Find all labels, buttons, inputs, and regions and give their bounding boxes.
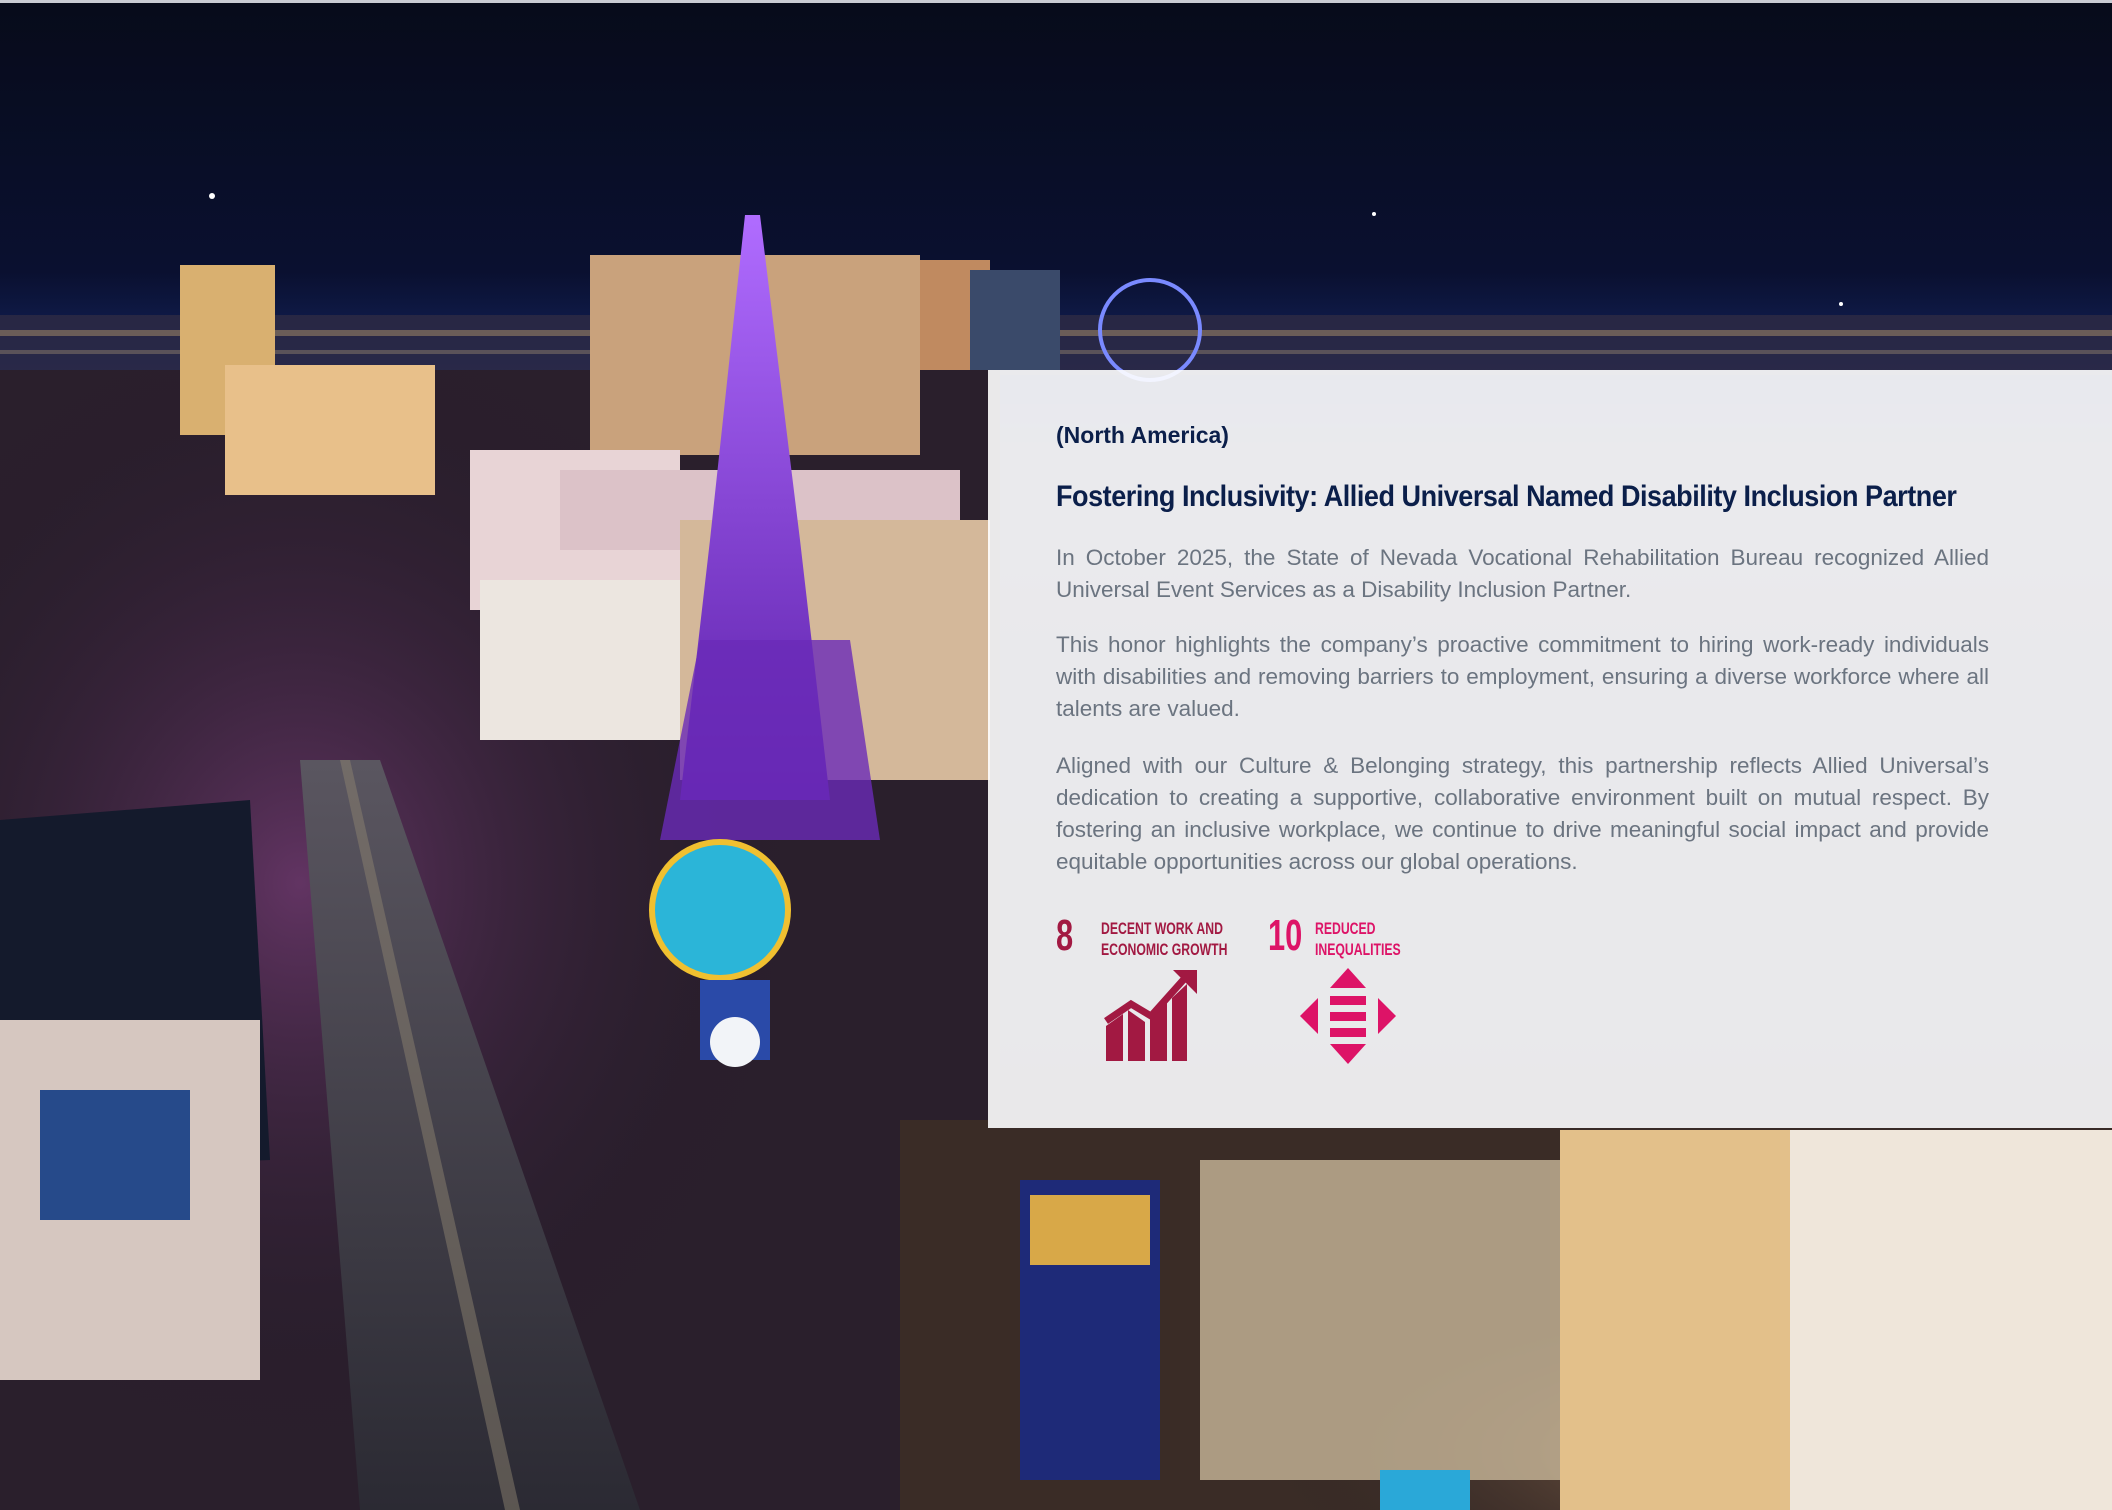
article-headline: Fostering Inclusivity: Allied Universal … bbox=[1056, 480, 1957, 513]
region-label: (North America) bbox=[1056, 422, 1229, 448]
sdg-10-number: 10 bbox=[1268, 911, 1303, 960]
sdg-8-title: DECENT WORK AND ECONOMIC GROWTH bbox=[1101, 919, 1228, 959]
sdg-8-badge: 8 DECENT WORK AND ECONOMIC GROWTH bbox=[1056, 906, 1236, 1076]
sdg-8-number: 8 bbox=[1056, 911, 1074, 960]
article-paragraph-2: This honor highlights the company’s proa… bbox=[1056, 632, 1989, 721]
growth-chart-icon bbox=[1104, 970, 1197, 1061]
article-paragraph-1: In October 2025, the State of Nevada Voc… bbox=[1056, 545, 1989, 602]
article-paragraph-3: Aligned with our Culture & Belonging str… bbox=[1056, 753, 1989, 874]
sdg-10-title: REDUCED INEQUALITIES bbox=[1315, 919, 1401, 959]
equality-arrows-icon bbox=[1300, 968, 1396, 1064]
article-panel: (North America) Fostering Inclusivity: A… bbox=[988, 370, 2112, 1128]
top-border-line bbox=[0, 0, 2112, 3]
sdg-10-badge: 10 REDUCED INEQUALITIES bbox=[1268, 906, 1448, 1076]
